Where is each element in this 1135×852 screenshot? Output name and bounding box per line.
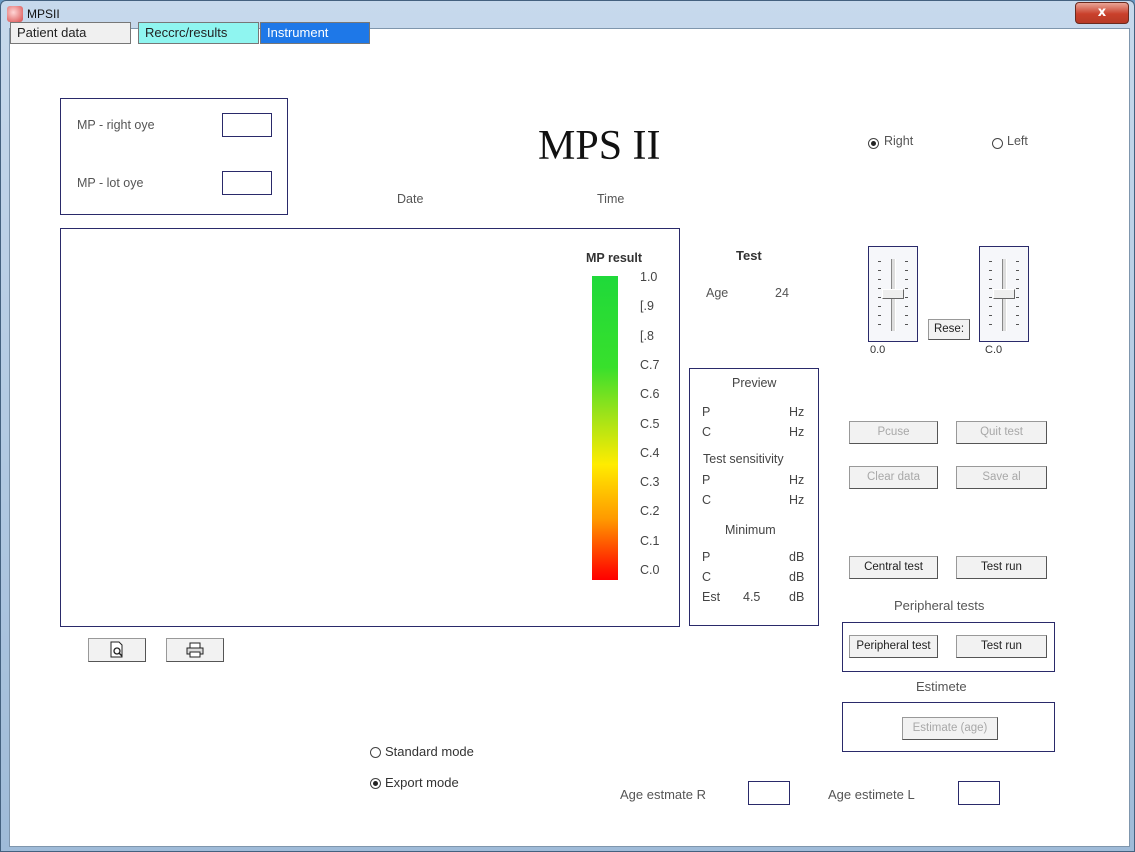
- tab-instrument[interactable]: Instrument: [260, 22, 370, 44]
- central-test-run-button[interactable]: Test run: [956, 556, 1047, 579]
- colorbar-tick-label: [.9: [640, 299, 654, 314]
- preview-c-key: C: [702, 425, 712, 439]
- colorbar-tick-label: C.0: [640, 563, 660, 577]
- reset-button[interactable]: Rese:: [928, 319, 970, 340]
- mp-left-label: MP - lot oye: [77, 176, 144, 190]
- preview-c-unit: Hz: [789, 425, 805, 439]
- tab-patient-data[interactable]: Patient data: [10, 22, 131, 44]
- right-slider-value: C.0: [985, 344, 1003, 356]
- standard-mode-radio[interactable]: [370, 747, 381, 758]
- standard-mode-label: Standard mode: [385, 744, 474, 759]
- central-test-button[interactable]: Central test: [849, 556, 938, 579]
- estimate-unit: dB: [789, 590, 805, 604]
- close-button[interactable]: x: [1075, 2, 1129, 24]
- colorbar-tick-label: 1.0: [640, 270, 658, 284]
- preview-heading: Preview: [732, 376, 777, 390]
- expert-mode-radio[interactable]: [370, 778, 381, 789]
- sensitivity-p-key: P: [702, 473, 711, 487]
- left-eye-radio[interactable]: [992, 138, 1003, 149]
- test-heading: Test: [736, 248, 762, 263]
- left-eye-label: Left: [1007, 134, 1028, 148]
- estimate-age-button[interactable]: Estimate (age): [902, 717, 998, 740]
- slider-thumb[interactable]: [993, 289, 1015, 299]
- plot-panel: [60, 228, 680, 627]
- colorbar-tick-label: C.2: [640, 504, 660, 519]
- preview-p-unit: Hz: [789, 405, 805, 419]
- sensitivity-c-unit: Hz: [789, 493, 805, 507]
- mp-colorbar: [592, 276, 618, 580]
- colorbar-tick-label: C.1: [640, 533, 660, 548]
- colorbar-tick-label: C.4: [640, 445, 660, 460]
- print-preview-button[interactable]: [88, 638, 146, 662]
- mp-right-field[interactable]: [222, 113, 272, 137]
- age-label: Age: [706, 286, 729, 300]
- slider-thumb[interactable]: [882, 289, 904, 299]
- peripheral-test-button[interactable]: Peripheral test: [849, 635, 938, 658]
- left-slider-value: 0.0: [870, 344, 886, 356]
- preview-p-key: P: [702, 405, 711, 419]
- mp-left-field[interactable]: [222, 171, 272, 195]
- clear-data-button[interactable]: Clear data: [849, 466, 938, 489]
- minimum-c-key: C: [702, 570, 712, 584]
- peripheral-slider[interactable]: [868, 246, 918, 342]
- minimum-c-unit: dB: [789, 570, 805, 584]
- window-title: MPSII: [27, 7, 60, 21]
- age-estimate-right-label: Age estmate R: [620, 787, 706, 802]
- app-icon: [7, 6, 23, 22]
- tab-record-results[interactable]: Reccrc/results: [138, 22, 259, 44]
- central-slider[interactable]: [979, 246, 1029, 342]
- right-eye-label: Right: [884, 134, 914, 148]
- colorbar-tick-label: C.7: [640, 357, 660, 372]
- minimum-p-unit: dB: [789, 550, 805, 564]
- peripheral-tests-heading: Peripheral tests: [894, 598, 985, 613]
- estimate-key: Est: [702, 590, 721, 604]
- colorbar-tick-label: [.8: [640, 328, 654, 343]
- printer-icon: [186, 642, 204, 658]
- right-eye-radio[interactable]: [868, 138, 879, 149]
- age-estimate-left-label: Age estimete L: [828, 787, 915, 802]
- expert-mode-label: Export mode: [385, 775, 459, 790]
- estimate-heading: Estimete: [916, 679, 967, 694]
- quit-test-button[interactable]: Quit test: [956, 421, 1047, 444]
- date-label: Date: [397, 192, 424, 206]
- save-all-button[interactable]: Save al: [956, 466, 1047, 489]
- minimum-heading: Minimum: [725, 523, 776, 537]
- print-preview-icon: [110, 641, 123, 658]
- print-button[interactable]: [166, 638, 224, 662]
- peripheral-test-run-button[interactable]: Test run: [956, 635, 1047, 658]
- pause-button[interactable]: Pcuse: [849, 421, 938, 444]
- minimum-p-key: P: [702, 550, 711, 564]
- mp-result-label: MP result: [586, 251, 643, 265]
- colorbar-tick-label: C.3: [640, 475, 660, 490]
- colorbar-tick-label: C.5: [640, 416, 660, 431]
- mp-right-label: MP - right oye: [77, 118, 155, 132]
- sensitivity-heading: Test sensitivity: [703, 452, 784, 466]
- estimate-value: 4.5: [743, 590, 761, 604]
- colorbar-tick-label: C.6: [640, 387, 660, 402]
- age-value: 24: [775, 286, 789, 300]
- sensitivity-c-key: C: [702, 493, 712, 507]
- age-estimate-right-field[interactable]: [748, 781, 790, 805]
- time-label: Time: [597, 192, 625, 206]
- age-estimate-left-field[interactable]: [958, 781, 1000, 805]
- sensitivity-p-unit: Hz: [789, 473, 805, 487]
- page-title: MPS II: [538, 123, 661, 169]
